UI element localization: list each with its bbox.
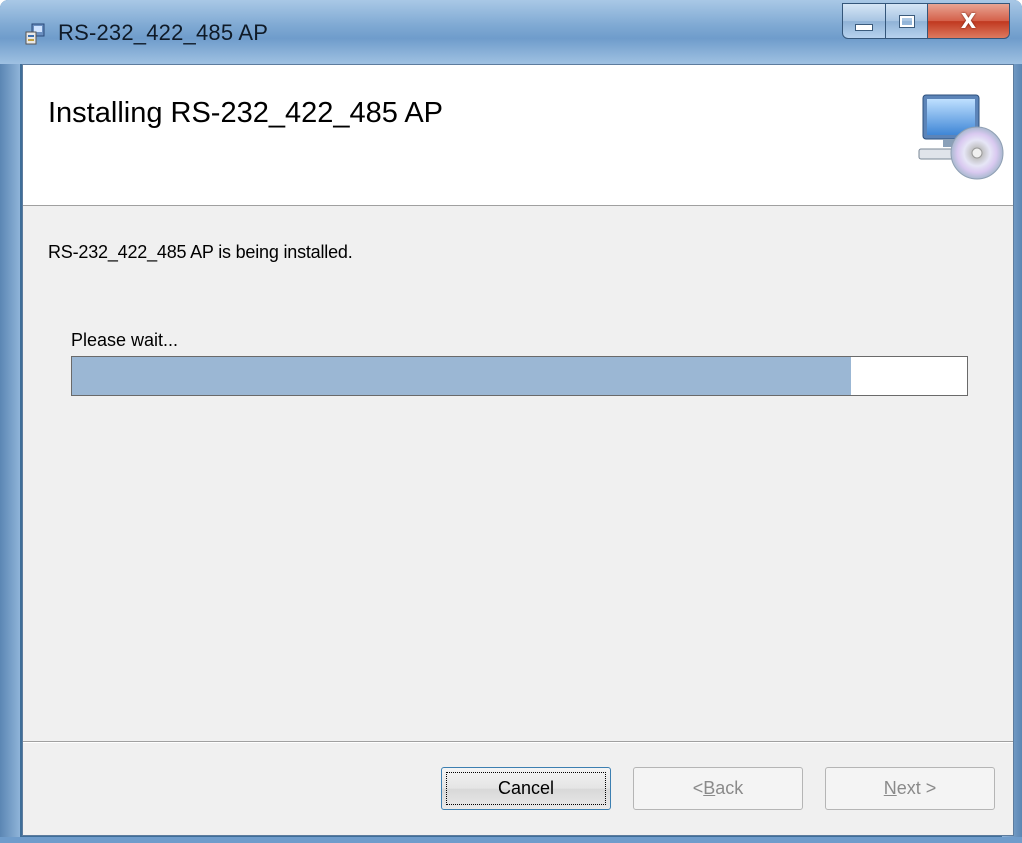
maximize-button[interactable] — [886, 3, 928, 39]
window-frame-bottom — [0, 837, 1022, 843]
installer-app-icon — [25, 23, 45, 45]
maximize-icon — [899, 15, 914, 27]
footer-separator — [23, 741, 1013, 743]
installer-window: RS-232_422_485 AP X Installing RS-232_42… — [0, 0, 1022, 843]
close-button[interactable]: X — [928, 3, 1010, 39]
next-button[interactable]: Next > — [825, 767, 995, 810]
back-button[interactable]: < Back — [633, 767, 803, 810]
install-status-text: RS-232_422_485 AP is being installed. — [48, 242, 353, 262]
title-bar[interactable]: RS-232_422_485 AP X — [0, 0, 1022, 64]
next-button-rest: ext > — [896, 778, 937, 798]
back-button-mnemonic: B — [703, 778, 716, 798]
progress-fill — [72, 357, 851, 395]
minimize-button[interactable] — [842, 3, 886, 39]
window-frame-left — [0, 64, 20, 843]
cancel-button[interactable]: Cancel — [441, 767, 611, 810]
window-title: RS-232_422_485 AP — [58, 20, 269, 45]
close-icon: X — [960, 9, 977, 33]
install-progress-bar — [71, 356, 968, 396]
back-button-rest: ack — [715, 778, 744, 798]
client-area: Installing RS-232_422_485 AP RS-232_422_… — [22, 64, 1014, 836]
focus-rectangle — [446, 772, 606, 805]
please-wait-label: Please wait... — [71, 330, 179, 350]
back-button-prefix: < — [692, 778, 704, 798]
minimize-icon — [855, 23, 873, 31]
computer-cd-icon — [918, 94, 1004, 180]
caption-buttons: X — [842, 3, 1010, 39]
next-button-mnemonic: N — [883, 778, 897, 798]
header-banner: Installing RS-232_422_485 AP — [23, 65, 1013, 206]
page-title: Installing RS-232_422_485 AP — [48, 97, 444, 129]
